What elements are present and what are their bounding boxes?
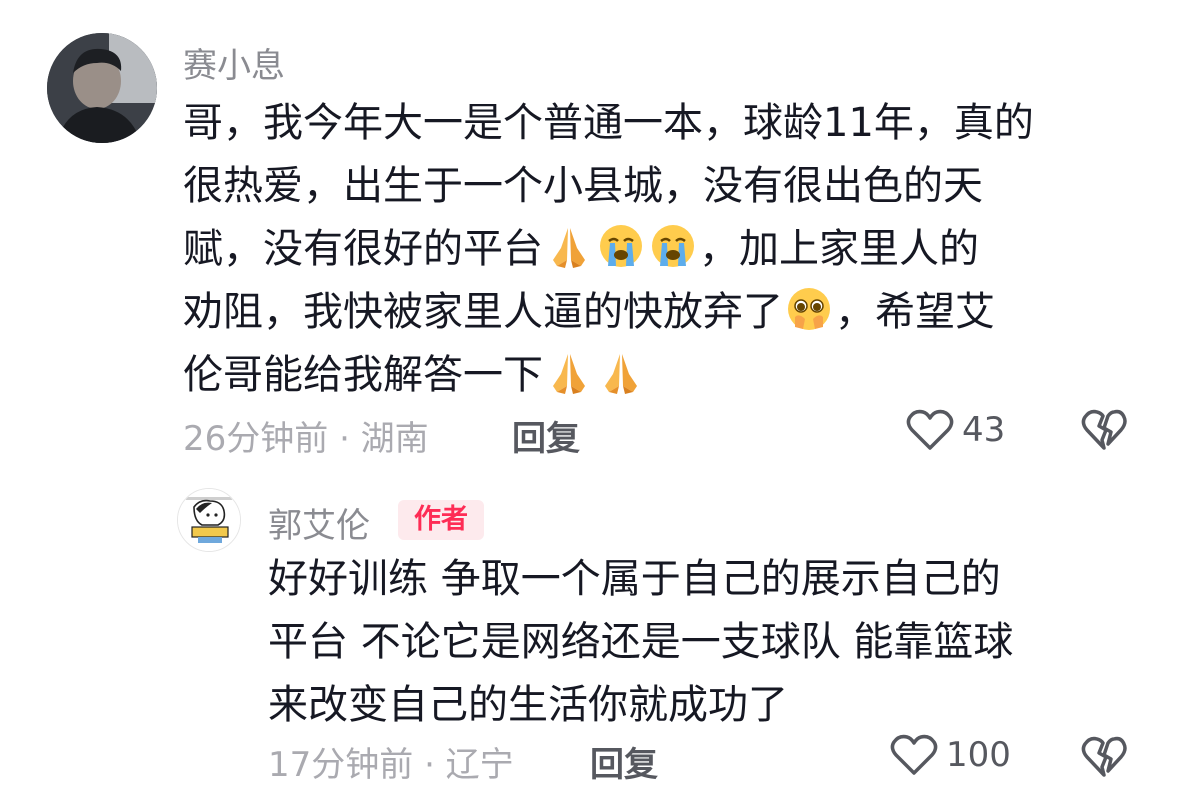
like-count: 43 (962, 410, 1006, 450)
comment-item: 赛小息 哥，我今年大一是个普通一本，球龄11年，真的 很热爱，出生于一个小县城，… (0, 0, 1179, 480)
loudly-crying-icon (652, 225, 694, 267)
avatar[interactable] (177, 488, 241, 552)
avatar[interactable] (47, 33, 157, 143)
comment-text-line: 平台 不论它是网络还是一支球队 能靠篮球 (268, 619, 1014, 665)
comment-text-segment: 劝阻，我快被家里人逼的快放弃了 (183, 289, 783, 335)
comment-text-line: 赋，没有很好的平台 ，加上家里人的 (183, 218, 1143, 281)
broken-heart-icon (1081, 736, 1127, 777)
comment-text-line: 好好训练 争取一个属于自己的展示自己的 (268, 556, 1001, 602)
heart-icon (906, 409, 954, 450)
comment-text-line: 来改变自己的生活你就成功了 (268, 682, 788, 728)
heart-icon (890, 734, 938, 775)
comment-text-segment: 伦哥能给我解答一下 (183, 352, 543, 398)
comment-text-segment: 赋，没有很好的平台 (183, 226, 543, 272)
comment-text-line: 哥，我今年大一是个普通一本，球龄11年，真的 (183, 100, 1034, 146)
reply-button[interactable]: 回复 (512, 411, 580, 460)
reply-button[interactable]: 回复 (590, 737, 658, 786)
pleading-face-icon (788, 288, 830, 330)
comment-reply-item: 郭艾伦 作者 好好训练 争取一个属于自己的展示自己的 平台 不论它是网络还是一支… (0, 480, 1179, 811)
comment-text-line: 劝阻，我快被家里人逼的快放弃了 ，希望艾 (183, 281, 1143, 344)
comment-text: 好好训练 争取一个属于自己的展示自己的 平台 不论它是网络还是一支球队 能靠篮球… (268, 548, 1148, 737)
folded-hands-icon (553, 228, 585, 268)
dislike-button[interactable] (1081, 408, 1127, 456)
author-badge: 作者 (398, 500, 484, 540)
folded-hands-icon (605, 354, 637, 394)
loudly-crying-icon (600, 225, 642, 267)
comment-text-line: 很热爱，出生于一个小县城，没有很出色的天 (183, 163, 983, 209)
avatar-photo-icon (47, 33, 157, 143)
username[interactable]: 郭艾伦 (268, 498, 370, 547)
comment-text-line: 伦哥能给我解答一下 (183, 344, 1143, 407)
like-count: 100 (946, 735, 1011, 775)
comment-text-segment: ，希望艾 (835, 289, 995, 335)
username[interactable]: 赛小息 (183, 38, 285, 87)
comment-text-segment: ，加上家里人的 (699, 226, 979, 272)
folded-hands-icon (553, 354, 585, 394)
dislike-button[interactable] (1081, 735, 1127, 783)
like-button[interactable]: 100 (890, 733, 1011, 777)
comment-text: 哥，我今年大一是个普通一本，球龄11年，真的 很热爱，出生于一个小县城，没有很出… (183, 92, 1143, 407)
comment-time-location: 17分钟前 · 辽宁 (268, 745, 514, 785)
avatar-cartoon-icon (178, 489, 240, 551)
comment-time-location: 26分钟前 · 湖南 (183, 419, 429, 459)
like-button[interactable]: 43 (906, 408, 1005, 452)
broken-heart-icon (1081, 409, 1127, 450)
